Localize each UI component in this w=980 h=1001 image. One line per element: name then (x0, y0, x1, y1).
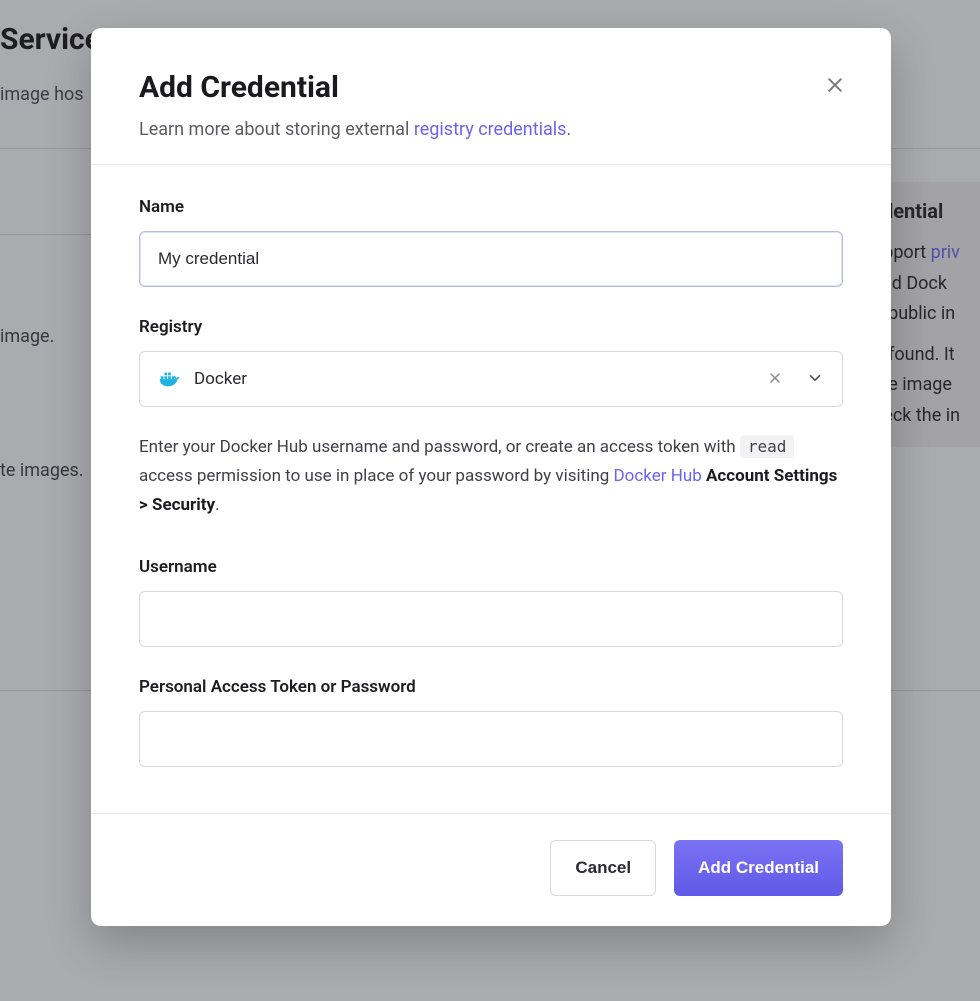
registry-field-group: Registry Docker (139, 317, 843, 407)
token-label: Personal Access Token or Password (139, 677, 843, 697)
registry-help-text: Enter your Docker Hub username and passw… (139, 433, 843, 521)
submit-button[interactable]: Add Credential (674, 840, 843, 896)
modal-footer: Cancel Add Credential (91, 813, 891, 926)
text: Learn more about storing external (139, 119, 414, 140)
text: . (215, 495, 219, 515)
modal-subtitle: Learn more about storing external regist… (139, 119, 843, 140)
cancel-button[interactable]: Cancel (550, 840, 656, 896)
code-read: read (740, 435, 795, 458)
close-icon (825, 75, 845, 98)
modal-header: Add Credential Learn more about storing … (91, 28, 891, 164)
modal-title: Add Credential (139, 70, 843, 105)
name-input[interactable] (139, 231, 843, 287)
username-input[interactable] (139, 591, 843, 647)
username-label: Username (139, 557, 843, 577)
registry-credentials-link[interactable]: registry credentials (414, 119, 567, 140)
text: access permission to use in place of you… (139, 466, 614, 486)
add-credential-modal: Add Credential Learn more about storing … (91, 28, 891, 926)
chevron-down-icon (806, 369, 824, 390)
close-button[interactable] (819, 70, 851, 102)
text: Enter your Docker Hub username and passw… (139, 437, 740, 457)
username-field-group: Username (139, 557, 843, 647)
registry-select[interactable]: Docker (139, 351, 843, 407)
registry-dropdown-toggle[interactable] (802, 366, 828, 392)
name-label: Name (139, 197, 843, 217)
name-field-group: Name (139, 197, 843, 287)
token-input[interactable] (139, 711, 843, 767)
docker-hub-link[interactable]: Docker Hub (614, 466, 702, 486)
text: . (566, 119, 571, 140)
modal-body: Name Registry Docker (91, 165, 891, 813)
registry-selected-value: Docker (194, 369, 748, 389)
registry-label: Registry (139, 317, 843, 337)
token-field-group: Personal Access Token or Password (139, 677, 843, 767)
registry-clear-button[interactable] (762, 366, 788, 392)
close-icon (767, 370, 783, 389)
docker-icon (158, 368, 180, 390)
